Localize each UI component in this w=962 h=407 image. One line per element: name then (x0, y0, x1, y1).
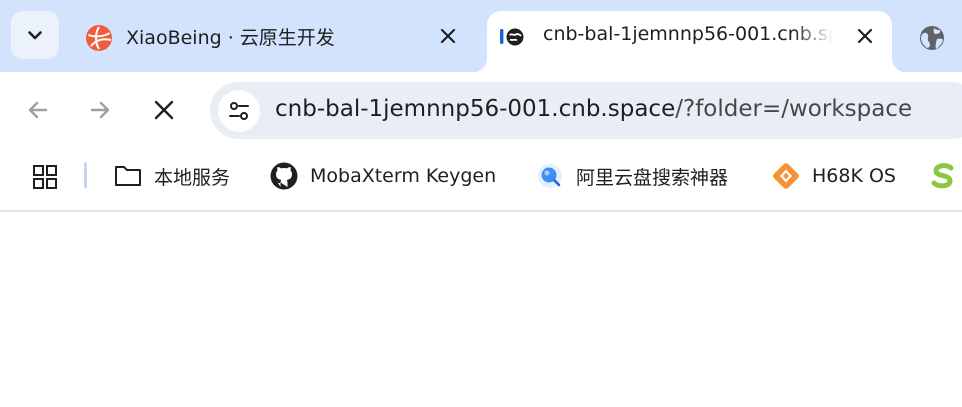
cnb-logo-icon (500, 24, 526, 54)
stop-loading-button[interactable] (144, 90, 184, 130)
url-host: cnb-bal-1jemnnp56-001.cnb.space (275, 96, 676, 122)
globe-icon (918, 24, 946, 56)
s-logo-icon (928, 161, 958, 191)
bookmark-label: H68K OS (812, 165, 896, 187)
bookmark-h68k-os[interactable]: H68K OS (771, 159, 896, 193)
page-content[interactable] (0, 212, 962, 407)
close-icon (440, 28, 456, 44)
bookmark-partial-s[interactable] (928, 159, 962, 193)
url-path: /?folder=/workspace (675, 96, 913, 122)
apps-button[interactable] (28, 160, 62, 194)
bookmark-mobaxterm-keygen[interactable]: MobaXterm Keygen (269, 159, 496, 193)
folder-icon (113, 161, 143, 191)
arrow-right-icon (90, 101, 110, 119)
back-button[interactable] (18, 90, 58, 130)
tab-search-button[interactable] (11, 11, 59, 59)
url-text[interactable]: cnb-bal-1jemnnp56-001.cnb.space/?folder=… (275, 96, 912, 122)
tab-strip: XiaoBeing · 云原生开发 cnb-bal-1jemnnp56-001.… (0, 0, 962, 72)
close-icon (154, 100, 174, 120)
tab-title: cnb-bal-1jemnnp56-001.cnb.space (543, 23, 833, 45)
bookmark-label: 本地服务 (154, 166, 231, 189)
bookmarks-separator (84, 162, 87, 188)
bookmark-aliyun-search[interactable]: 阿里云盘搜索神器 (535, 159, 728, 193)
bookmark-label: 阿里云盘搜索神器 (576, 166, 729, 189)
h68k-logo-icon (771, 161, 801, 191)
apps-grid-icon (33, 165, 57, 189)
bookmarks-bar: 本地服务 MobaXterm Keygen 阿里云盘搜索神器 H68K OS (0, 144, 962, 210)
github-icon (269, 161, 299, 191)
toolbar: cnb-bal-1jemnnp56-001.cnb.space/?folder=… (0, 72, 962, 144)
bookmark-local-services[interactable]: 本地服务 (113, 159, 230, 193)
site-info-button[interactable] (218, 90, 260, 132)
search-bubble-icon (535, 161, 565, 191)
tab-close-button[interactable] (853, 24, 877, 48)
forward-button[interactable] (80, 90, 120, 130)
chevron-down-icon (28, 31, 42, 40)
xiaobeing-logo-icon (85, 24, 113, 56)
tab-title: XiaoBeing · 云原生开发 (126, 27, 335, 49)
tab-partial[interactable]: C (915, 11, 962, 72)
tab-cnb-active[interactable]: cnb-bal-1jemnnp56-001.cnb.space (473, 11, 906, 72)
tab-xiaobeing[interactable]: XiaoBeing · 云原生开发 (60, 11, 480, 72)
tune-icon (229, 102, 249, 120)
bookmark-label: MobaXterm Keygen (310, 165, 497, 187)
close-icon (857, 28, 873, 44)
tab-close-button[interactable] (436, 24, 460, 48)
arrow-left-icon (28, 101, 48, 119)
address-bar[interactable]: cnb-bal-1jemnnp56-001.cnb.space/?folder=… (210, 82, 962, 139)
